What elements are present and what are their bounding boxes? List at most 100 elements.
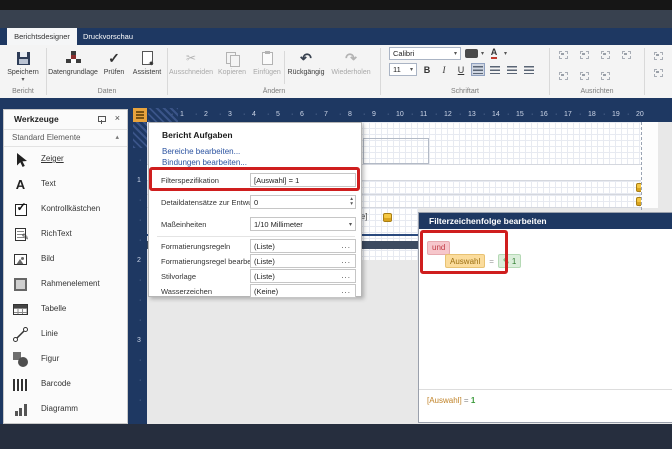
align-right-button[interactable] xyxy=(505,63,519,76)
image-icon xyxy=(14,254,27,265)
save-icon xyxy=(16,51,30,65)
element-smart-tag-icon[interactable] xyxy=(383,213,392,222)
ribbon-group-partial xyxy=(645,45,672,98)
table-icon xyxy=(13,304,28,315)
masseinheiten-label: Maßeinheiten xyxy=(161,220,207,229)
font-color-button[interactable]: A xyxy=(487,47,501,60)
ellipsis-button[interactable]: ... xyxy=(341,241,351,250)
filter-field-badge[interactable]: Auswahl xyxy=(445,254,486,268)
save-dropdown-caret[interactable]: ▾ xyxy=(21,77,24,83)
redo-button[interactable]: ↷ Wiederholen xyxy=(327,48,375,87)
toolbox-item-figur[interactable]: Figur xyxy=(4,347,127,372)
bold-button[interactable]: B xyxy=(420,63,434,76)
chevron-down-icon[interactable]: ▾ xyxy=(481,51,484,57)
italic-button[interactable]: I xyxy=(437,63,451,76)
label-element[interactable] xyxy=(363,138,429,164)
toolbox-item-richtext[interactable]: RichText xyxy=(4,222,127,247)
font-size-combo[interactable]: 11 ▾ xyxy=(389,63,417,76)
font-name-combo[interactable]: Calibri ▾ xyxy=(389,47,461,60)
filter-equals: = xyxy=(489,256,494,266)
text-icon: A xyxy=(15,177,26,192)
chevron-down-icon: ▾ xyxy=(409,66,413,73)
toolbox-item-barcode[interactable]: Barcode xyxy=(4,372,127,397)
detaildatensaetze-spinner[interactable]: 0 ▴ ▾ xyxy=(250,195,356,209)
filter-value-badge[interactable]: ✎ 1 xyxy=(497,254,522,268)
toolbox-item-tabelle[interactable]: Tabelle xyxy=(4,297,127,322)
ellipsis-button[interactable]: ... xyxy=(341,256,351,265)
masseinheiten-dropdown[interactable]: 1/10 Millimeter ▾ xyxy=(250,217,356,231)
datengrundlage-button[interactable]: Datengrundlage xyxy=(47,48,99,87)
center-icon[interactable] xyxy=(653,67,664,78)
size-icon[interactable] xyxy=(653,50,664,61)
distribute-vertical-icon[interactable] xyxy=(579,70,590,81)
cursor-icon xyxy=(12,151,29,168)
formatierungsregel-bearbeiten-value[interactable]: (Liste)... xyxy=(250,254,356,268)
tab-berichtsdesigner[interactable]: Berichtsdesigner xyxy=(7,28,77,45)
ruler-number: 1 xyxy=(180,111,184,118)
bottom-bar xyxy=(0,424,672,449)
toolbox-item-kontrollkaestchen[interactable]: Kontrollkästchen xyxy=(4,197,127,222)
close-icon[interactable]: × xyxy=(115,113,120,123)
ruler-number: 20 xyxy=(636,111,644,118)
toolbox-item-rahmenelement[interactable]: Rahmenelement xyxy=(4,272,127,297)
align-middle-icon[interactable] xyxy=(600,49,611,60)
align-bottom-icon[interactable] xyxy=(621,49,632,60)
filterspezifikation-value[interactable]: [Auswahl] = 1 xyxy=(250,173,356,187)
undo-button[interactable]: ↶ Rückgängig xyxy=(285,48,327,87)
stilvorlage-value[interactable]: (Liste)... xyxy=(250,269,356,283)
filter-operator-badge[interactable]: und xyxy=(427,240,451,255)
redo-arrow-icon: ↷ xyxy=(345,49,357,66)
ruler-number: 5 xyxy=(276,111,280,118)
ruler-number: 8 xyxy=(348,111,352,118)
toolbox-item-text[interactable]: A Text xyxy=(4,172,127,197)
tab-druckvorschau[interactable]: Druckvorschau xyxy=(83,28,133,45)
chevron-down-icon[interactable]: ▾ xyxy=(504,51,507,57)
wasserzeichen-value[interactable]: (Keine)... xyxy=(250,284,356,298)
ribbon: Speichern ▾ Bericht Datengrundlage ✓ Prü… xyxy=(0,45,672,103)
save-button[interactable]: Speichern ▾ xyxy=(0,48,46,87)
ellipsis-button[interactable]: ... xyxy=(341,271,351,280)
toolbox-item-zeiger[interactable]: Zeiger xyxy=(4,147,127,172)
pruefen-button[interactable]: ✓ Prüfen xyxy=(99,48,129,87)
page-margin xyxy=(641,122,658,208)
ruler-number: 16 xyxy=(540,111,548,118)
ellipsis-button[interactable]: ... xyxy=(341,286,351,295)
paste-button[interactable]: Einfügen xyxy=(250,48,284,87)
toolbox-item-bild[interactable]: Bild xyxy=(4,247,127,272)
ruler-number: 19 xyxy=(612,111,620,118)
filter-preview-text: [Auswahl] = 1 xyxy=(427,396,476,405)
underline-button[interactable]: U xyxy=(454,63,468,76)
ruler-number: 4 xyxy=(252,111,256,118)
align-justify-button[interactable] xyxy=(522,63,536,76)
assistent-button[interactable]: Assistent xyxy=(129,48,165,87)
group-label-daten: Daten xyxy=(97,88,117,95)
distribute-horizontal-icon[interactable] xyxy=(558,70,569,81)
copy-button[interactable]: Kopieren xyxy=(214,48,250,87)
align-left-icon xyxy=(473,65,483,74)
cut-button[interactable]: ✂ Ausschneiden xyxy=(168,48,214,87)
bereiche-bearbeiten-link[interactable]: Bereiche bearbeiten... xyxy=(162,147,240,156)
bindungen-bearbeiten-link[interactable]: Bindungen bearbeiten... xyxy=(162,158,247,167)
align-center-button[interactable] xyxy=(488,63,502,76)
smart-tag-icon[interactable] xyxy=(133,108,147,122)
pin-icon[interactable] xyxy=(97,115,106,124)
font-color-icon: A xyxy=(490,47,498,59)
align-edges-icon[interactable] xyxy=(579,49,590,60)
spinner-arrows-icon[interactable]: ▴ ▾ xyxy=(350,196,353,208)
ribbon-tab-row: Berichtsdesigner Druckvorschau xyxy=(0,28,672,45)
bericht-aufgaben-popup: Bericht Aufgaben Bereiche bearbeiten... … xyxy=(148,122,362,298)
highlight-color-button[interactable] xyxy=(464,47,478,60)
formatierungsregeln-value[interactable]: (Liste)... xyxy=(250,239,356,253)
align-left-button[interactable] xyxy=(471,63,485,76)
toolbox-item-diagramm[interactable]: Diagramm xyxy=(4,397,127,422)
toolbox-section-standard-elemente[interactable]: Standard Elemente ▴ xyxy=(4,130,127,147)
chevron-down-icon: ▾ xyxy=(453,50,457,57)
align-objects-icon[interactable] xyxy=(558,49,569,60)
ruler-number: 7 xyxy=(324,111,328,118)
align-baseline-icon[interactable] xyxy=(600,70,611,81)
ruler-number: 10 xyxy=(396,111,404,118)
group-label-aendern: Ändern xyxy=(262,88,286,95)
frame-icon xyxy=(14,278,27,291)
horizontal-ruler: · 1 · 2 · 3 · 4 · 5 · 6 · 7 · 8 · 9 · 10 · 11 · 12 · 13 · 14 · 15 · 16 ·… xyxy=(133,108,672,122)
toolbox-item-linie[interactable]: Linie xyxy=(4,322,127,347)
